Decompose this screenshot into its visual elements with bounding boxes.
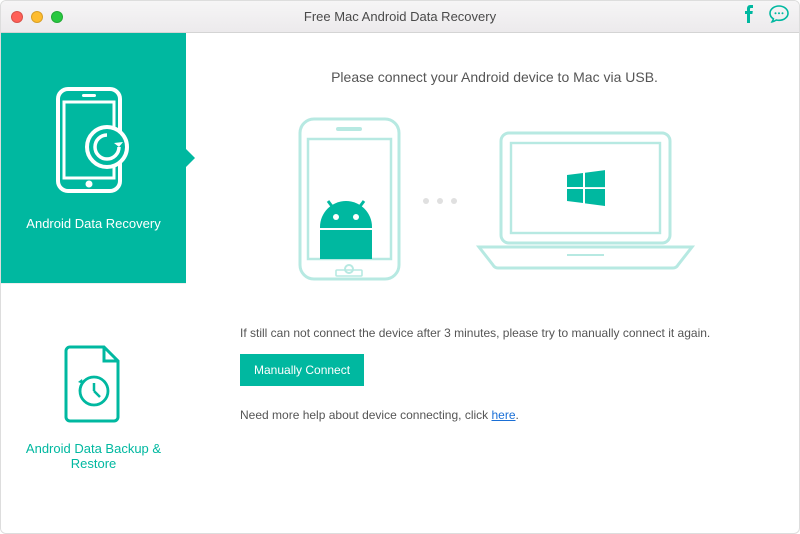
- sidebar-item-backup-restore[interactable]: Android Data Backup & Restore: [1, 283, 186, 534]
- sidebar-item-label: Android Data Backup & Restore: [11, 441, 176, 471]
- help-link[interactable]: here: [491, 408, 515, 422]
- help-text: If still can not connect the device afte…: [240, 326, 749, 340]
- phone-recovery-icon: [52, 85, 136, 198]
- connection-dots-icon: [423, 198, 457, 204]
- more-help-text: Need more help about device connecting, …: [240, 408, 749, 422]
- sidebar-item-data-recovery[interactable]: Android Data Recovery: [1, 33, 186, 283]
- feedback-icon[interactable]: [769, 5, 789, 28]
- facebook-icon[interactable]: [741, 5, 757, 28]
- sidebar-item-label: Android Data Recovery: [26, 216, 160, 231]
- close-icon[interactable]: [11, 11, 23, 23]
- connection-illustration: [240, 115, 749, 286]
- more-help-prefix: Need more help about device connecting, …: [240, 408, 491, 422]
- laptop-icon: [473, 127, 698, 275]
- window-title: Free Mac Android Data Recovery: [1, 9, 799, 24]
- social-links: [741, 5, 789, 28]
- android-phone-icon: [292, 115, 407, 286]
- main-panel: Please connect your Android device to Ma…: [186, 33, 799, 533]
- app-window: Free Mac Android Data Recovery: [0, 0, 800, 534]
- titlebar: Free Mac Android Data Recovery: [1, 1, 799, 33]
- manually-connect-button[interactable]: Manually Connect: [240, 354, 364, 386]
- sidebar: Android Data Recovery Android Data Backu…: [1, 33, 186, 533]
- instruction-heading: Please connect your Android device to Ma…: [240, 69, 749, 85]
- more-help-suffix: .: [516, 408, 519, 422]
- content-area: Android Data Recovery Android Data Backu…: [1, 33, 799, 533]
- minimize-icon[interactable]: [31, 11, 43, 23]
- document-restore-icon: [64, 345, 124, 423]
- window-controls: [11, 11, 63, 23]
- zoom-icon[interactable]: [51, 11, 63, 23]
